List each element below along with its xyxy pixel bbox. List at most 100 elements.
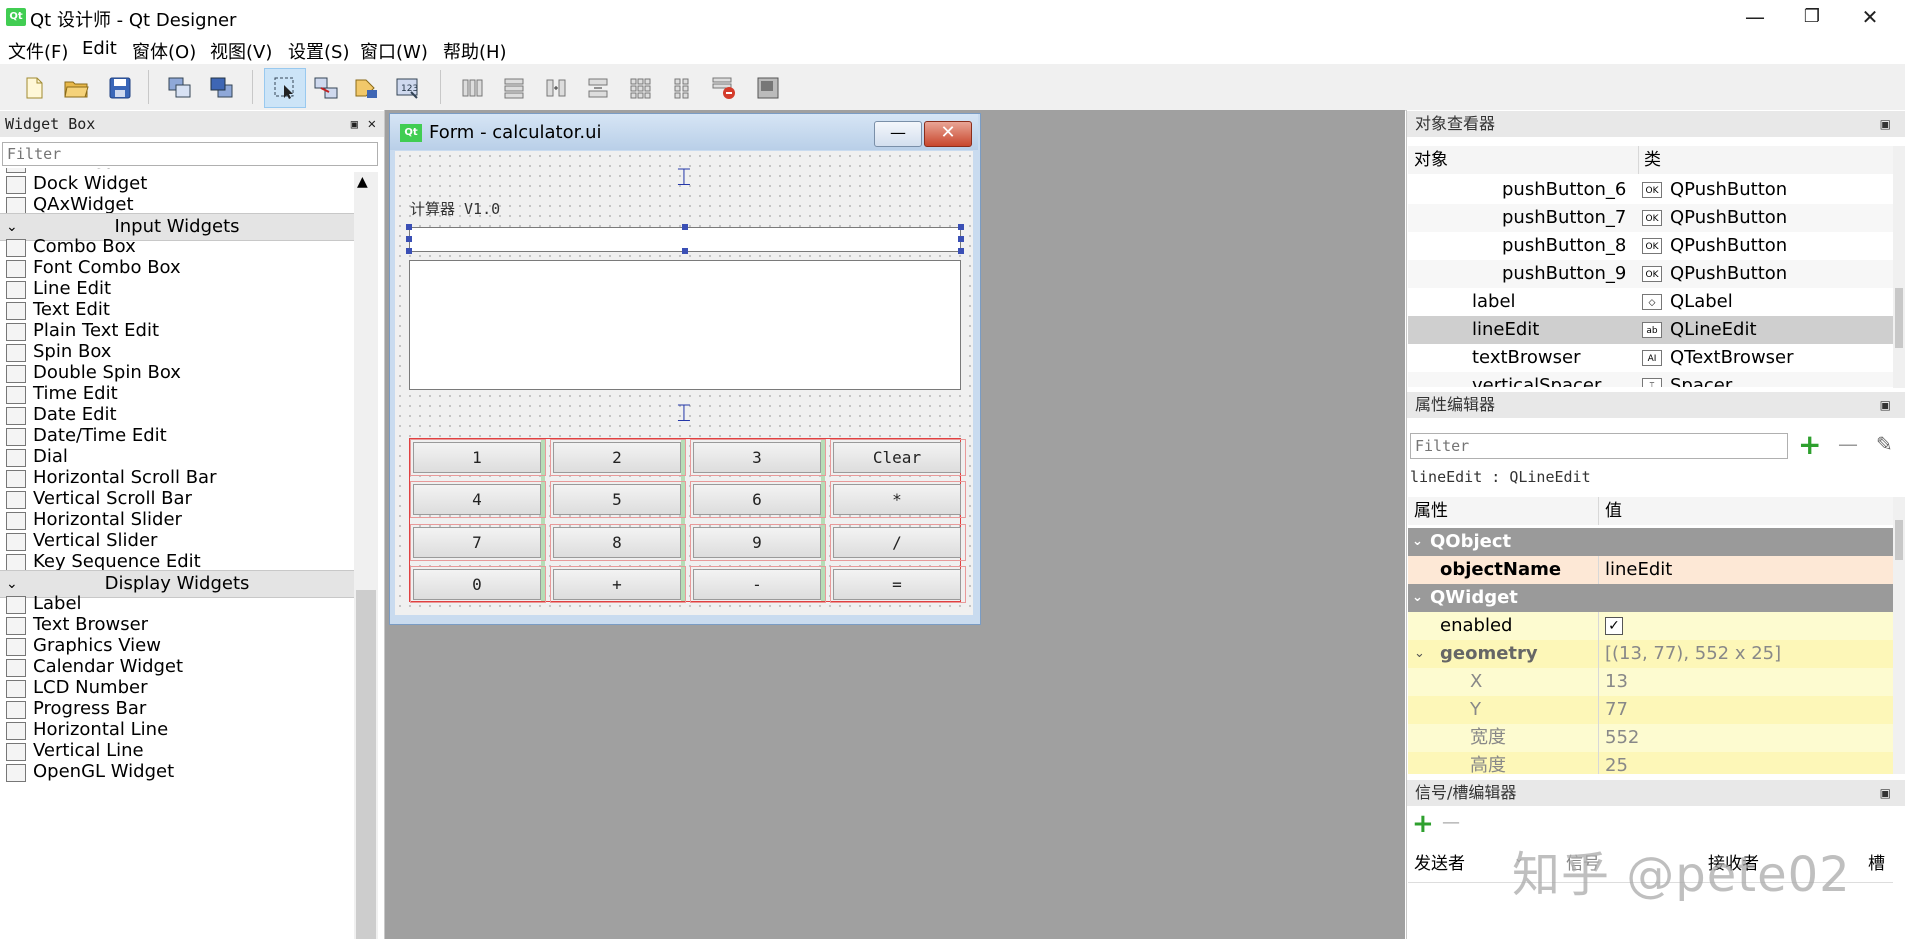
layout-splitter-vertical-icon[interactable] — [582, 72, 614, 104]
property-row-enabled[interactable]: enabled ✓ — [1408, 612, 1893, 640]
property-value[interactable]: lineEdit — [1605, 556, 1672, 584]
float-icon[interactable]: ▣ — [1880, 392, 1891, 418]
widget-box-scroll-thumb[interactable] — [356, 590, 376, 939]
calc-button-12[interactable]: / — [833, 527, 961, 558]
menu-edit[interactable]: Edit — [82, 38, 117, 59]
layout-form-icon[interactable] — [666, 72, 698, 104]
break-layout-icon[interactable] — [708, 72, 740, 104]
property-value[interactable]: [(13, 77), 552 x 25] — [1605, 640, 1781, 668]
property-value[interactable]: 25 — [1605, 752, 1628, 774]
close-button[interactable]: ✕ — [1840, 2, 1900, 32]
selection-handle[interactable] — [682, 224, 688, 230]
edit-buddies-icon[interactable] — [350, 72, 382, 104]
property-row-geometry[interactable]: ⌄ geometry [(13, 77), 552 x 25] — [1408, 640, 1893, 668]
form-minimize-button[interactable]: — — [874, 121, 922, 147]
open-folder-icon[interactable] — [60, 72, 92, 104]
selection-handle[interactable] — [958, 224, 964, 230]
adjust-size-icon[interactable] — [752, 72, 784, 104]
checkbox-checked-icon[interactable]: ✓ — [1605, 617, 1623, 635]
property-group-qobject[interactable]: ⌄ QObject — [1408, 528, 1893, 556]
calc-button-5[interactable]: 4 — [413, 484, 541, 515]
object-row[interactable]: lineEdit ab QLineEdit — [1408, 316, 1893, 344]
object-inspector-scrollbar[interactable] — [1893, 146, 1905, 388]
vertical-spacer-icon[interactable]: ⌶ — [674, 161, 694, 193]
object-row[interactable]: verticalSpacer ⌶ Spacer — [1408, 372, 1893, 387]
form-close-button[interactable]: ✕ — [924, 121, 972, 147]
new-file-icon[interactable] — [18, 72, 50, 104]
selection-handle[interactable] — [406, 248, 412, 254]
object-row[interactable]: label ◇ QLabel — [1408, 288, 1893, 316]
widget-item-opengl-widget[interactable]: OpenGL Widget — [0, 759, 354, 785]
add-icon[interactable]: + — [1798, 428, 1821, 461]
close-dock-icon[interactable]: ✕ — [368, 111, 376, 137]
calc-button-9[interactable]: 7 — [413, 527, 541, 558]
property-row-y[interactable]: Y 77 — [1408, 696, 1893, 724]
remove-icon[interactable]: — — [1838, 432, 1858, 456]
object-row[interactable]: pushButton_7 OK QPushButton — [1408, 204, 1893, 232]
selection-handle[interactable] — [958, 236, 964, 242]
column-sender[interactable]: 发送者 — [1414, 846, 1465, 882]
selection-handle[interactable] — [682, 248, 688, 254]
menu-view[interactable]: 视图(V) — [210, 38, 272, 64]
property-group-qwidget[interactable]: ⌄ QWidget — [1408, 584, 1893, 612]
menu-help[interactable]: 帮助(H) — [443, 38, 507, 64]
calc-button-11[interactable]: 9 — [693, 527, 821, 558]
selection-handle[interactable] — [406, 224, 412, 230]
column-value[interactable]: 值 — [1605, 497, 1622, 525]
scroll-up-icon[interactable]: ▲ — [357, 174, 368, 190]
selection-handle[interactable] — [406, 236, 412, 242]
property-filter[interactable] — [1410, 433, 1788, 459]
edit-widgets-icon[interactable] — [264, 68, 306, 108]
layout-vertical-icon[interactable] — [498, 72, 530, 104]
save-icon[interactable] — [104, 72, 136, 104]
float-icon[interactable]: ▣ — [1880, 111, 1891, 137]
property-value[interactable]: 13 — [1605, 668, 1628, 696]
calc-button-3[interactable]: 3 — [693, 442, 821, 473]
edit-signals-slots-icon[interactable] — [310, 72, 342, 104]
add-connection-icon[interactable]: + — [1412, 809, 1434, 839]
property-row-objectname[interactable]: objectName lineEdit — [1408, 556, 1893, 584]
bring-to-front-icon[interactable] — [206, 72, 238, 104]
minimize-button[interactable]: — — [1725, 2, 1785, 32]
calc-button-14[interactable]: + — [553, 569, 681, 600]
column-slot[interactable]: 槽 — [1868, 846, 1885, 882]
object-row[interactable]: pushButton_8 OK QPushButton — [1408, 232, 1893, 260]
layout-splitter-horizontal-icon[interactable] — [540, 72, 572, 104]
menu-window[interactable]: 窗口(W) — [360, 38, 428, 64]
vertical-spacer-icon[interactable]: ⌶ — [674, 397, 694, 429]
calc-button-2[interactable]: 2 — [553, 442, 681, 473]
send-to-back-icon[interactable] — [164, 72, 196, 104]
column-object[interactable]: 对象 — [1414, 146, 1448, 174]
calc-button-8[interactable]: * — [833, 484, 961, 515]
calc-button-16[interactable]: = — [833, 569, 961, 600]
restore-button[interactable]: ❐ — [1782, 2, 1842, 32]
selection-handle[interactable] — [958, 248, 964, 254]
calculator-label[interactable]: 计算器 V1.0 — [410, 198, 500, 219]
calc-button-13[interactable]: 0 — [413, 569, 541, 600]
menu-file[interactable]: 文件(F) — [8, 38, 68, 64]
property-row-height[interactable]: 高度 25 — [1408, 752, 1893, 774]
remove-connection-icon[interactable]: — — [1442, 812, 1460, 833]
object-inspector-scroll-thumb[interactable] — [1895, 288, 1903, 348]
layout-grid-icon[interactable] — [624, 72, 656, 104]
float-icon[interactable]: ▣ — [1880, 780, 1891, 806]
property-value[interactable]: 552 — [1605, 724, 1639, 752]
menu-form[interactable]: 窗体(O) — [132, 38, 196, 64]
property-value[interactable]: 77 — [1605, 696, 1628, 724]
layout-horizontal-icon[interactable] — [456, 72, 488, 104]
object-row[interactable]: pushButton_9 OK QPushButton — [1408, 260, 1893, 288]
calc-button-4[interactable]: Clear — [833, 442, 961, 473]
calc-button-1[interactable]: 1 — [413, 442, 541, 473]
calc-button-7[interactable]: 6 — [693, 484, 821, 515]
widget-box-filter[interactable] — [2, 142, 378, 166]
column-property[interactable]: 属性 — [1414, 497, 1448, 525]
configure-icon[interactable]: ✎ — [1876, 432, 1893, 456]
menu-settings[interactable]: 设置(S) — [288, 38, 349, 64]
property-row-width[interactable]: 宽度 552 — [1408, 724, 1893, 752]
object-row[interactable]: textBrowser AI QTextBrowser — [1408, 344, 1893, 372]
calc-button-10[interactable]: 8 — [553, 527, 681, 558]
float-icon[interactable]: ▣ — [351, 111, 358, 137]
property-row-x[interactable]: X 13 — [1408, 668, 1893, 696]
object-row[interactable]: pushButton_6 OK QPushButton — [1408, 177, 1893, 204]
edit-tab-order-icon[interactable]: 123 — [392, 72, 424, 104]
